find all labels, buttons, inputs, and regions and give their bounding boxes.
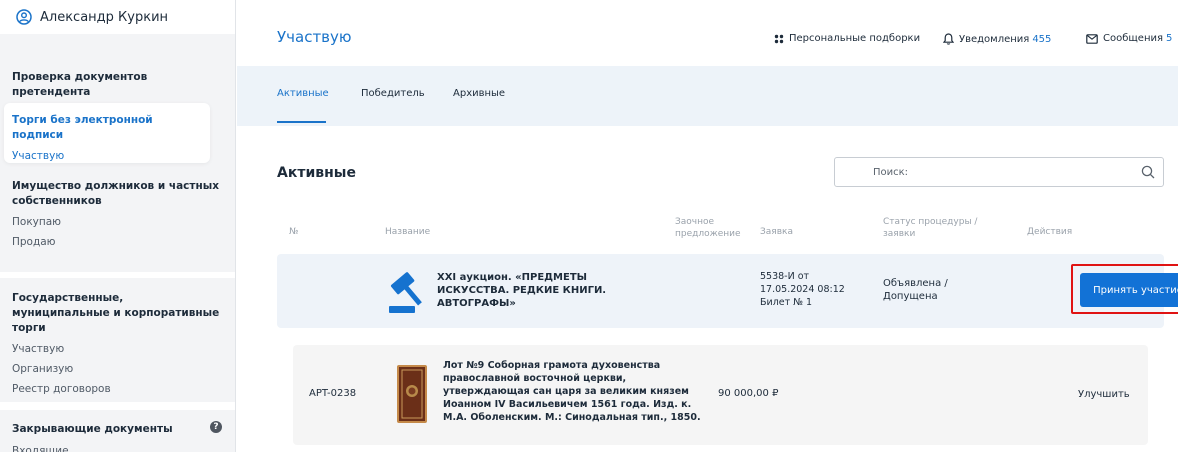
sidebar-heading-closing-docs[interactable]: Закрывающие документы: [0, 410, 235, 437]
tabs-bar: Активные Победитель Архивные: [237, 66, 1178, 126]
auction-status: Объявлена / Допущена: [883, 277, 948, 303]
auction-title[interactable]: XXI аукцион. «ПРЕДМЕТЫ ИСКУССТВА. РЕДКИЕ…: [437, 271, 657, 310]
table-row-lot: APT-0238 Лот №9 Соборная грамота духовен…: [293, 345, 1148, 445]
lot-thumbnail[interactable]: [397, 365, 427, 423]
messages-label: Сообщения: [1103, 33, 1164, 44]
sidebar-item-organizing[interactable]: Организую: [0, 361, 235, 377]
column-offer: Заочное предложение: [675, 217, 741, 239]
gavel-icon: [389, 272, 422, 313]
sidebar-heading-document-check[interactable]: Проверка документов претендента: [0, 58, 235, 100]
lot-title[interactable]: Лот №9 Соборная грамота духовенства прав…: [443, 359, 703, 424]
lot-code: APT-0238: [309, 388, 357, 399]
section-title: Активные: [277, 165, 356, 181]
sidebar-section-closing-docs: Закрывающие документы ? Входящие: [0, 402, 235, 452]
column-name: Название: [385, 227, 431, 237]
active-tab-indicator: [277, 121, 326, 123]
collections-label: Персональные подборки: [789, 33, 921, 44]
sidebar-item-participating[interactable]: Участвую: [0, 341, 235, 357]
sidebar: Александр Куркин Проверка документов пре…: [0, 0, 236, 452]
envelope-icon: [1086, 33, 1098, 44]
notifications-link[interactable]: Уведомления 455: [943, 33, 1051, 45]
sidebar-heading-no-signature[interactable]: Торги без электронной подписи: [4, 113, 210, 143]
column-actions: Действия: [1027, 227, 1073, 237]
column-number: №: [289, 227, 299, 237]
grid-icon: [774, 34, 784, 43]
application-status: Допущена: [883, 291, 938, 302]
search-input[interactable]: [835, 158, 1135, 186]
collections-link[interactable]: Персональные подборки: [774, 33, 920, 44]
book-cover-icon: [399, 367, 425, 421]
sidebar-section-no-signature: Торги без электронной подписи Участвую: [4, 103, 210, 163]
bid-datetime: 17.05.2024 08:12: [760, 284, 845, 295]
search-box: [834, 157, 1164, 187]
improve-offer-link[interactable]: Улучшить: [1078, 389, 1130, 400]
tab-winner[interactable]: Победитель: [361, 88, 425, 99]
tab-active[interactable]: Активные: [277, 88, 329, 99]
table-row-auction: XXI аукцион. «ПРЕДМЕТЫ ИСКУССТВА. РЕДКИЕ…: [277, 254, 1178, 328]
sidebar-item-buying[interactable]: Покупаю: [0, 214, 235, 230]
messages-link[interactable]: Сообщения 5: [1086, 33, 1172, 44]
bid-number: 5538-И от: [760, 271, 810, 282]
sidebar-item-contracts-registry[interactable]: Реестр договоров: [0, 381, 235, 397]
help-icon[interactable]: ?: [210, 421, 222, 433]
sidebar-item-participating-active[interactable]: Участвую: [4, 143, 210, 164]
notifications-label: Уведомления: [959, 33, 1030, 45]
column-bid: Заявка: [760, 227, 793, 237]
search-icon[interactable]: [1141, 165, 1155, 179]
sidebar-section-debtor-property: Имущество должников и частных собственни…: [0, 171, 235, 266]
accept-participation-button[interactable]: Принять участие: [1080, 273, 1178, 307]
user-icon: [16, 9, 32, 25]
sidebar-section-document-check: Проверка документов претендента: [0, 58, 235, 103]
sidebar-item-incoming[interactable]: Входящие: [0, 443, 235, 452]
sidebar-heading-state-auctions[interactable]: Государственные, муниципальные и корпора…: [0, 278, 235, 336]
user-name: Александр Куркин: [40, 9, 169, 25]
tab-archived[interactable]: Архивные: [453, 88, 505, 99]
sidebar-heading-debtor-property[interactable]: Имущество должников и частных собственни…: [0, 171, 235, 209]
user-profile[interactable]: Александр Куркин: [0, 0, 235, 34]
bid-ticket: Билет № 1: [760, 297, 813, 308]
highlight-box: Принять участие: [1071, 264, 1178, 314]
bell-icon: [943, 33, 954, 45]
notifications-count-badge: 455: [1032, 33, 1052, 45]
auction-bid-info: 5538-И от 17.05.2024 08:12 Билет № 1: [760, 270, 845, 309]
column-status: Статус процедуры / заявки: [883, 217, 978, 239]
lot-price: 90 000,00 ₽: [718, 388, 779, 399]
sidebar-section-state-auctions: Государственные, муниципальные и корпора…: [0, 272, 235, 402]
sidebar-item-selling[interactable]: Продаю: [0, 234, 235, 250]
main-content: Участвую Персональные подборки Уведомлен…: [237, 0, 1178, 452]
page-title: Участвую: [277, 28, 352, 46]
messages-count-badge: 5: [1166, 33, 1173, 44]
procedure-status: Объявлена /: [883, 278, 948, 289]
top-header: Участвую Персональные подборки Уведомлен…: [237, 0, 1178, 66]
